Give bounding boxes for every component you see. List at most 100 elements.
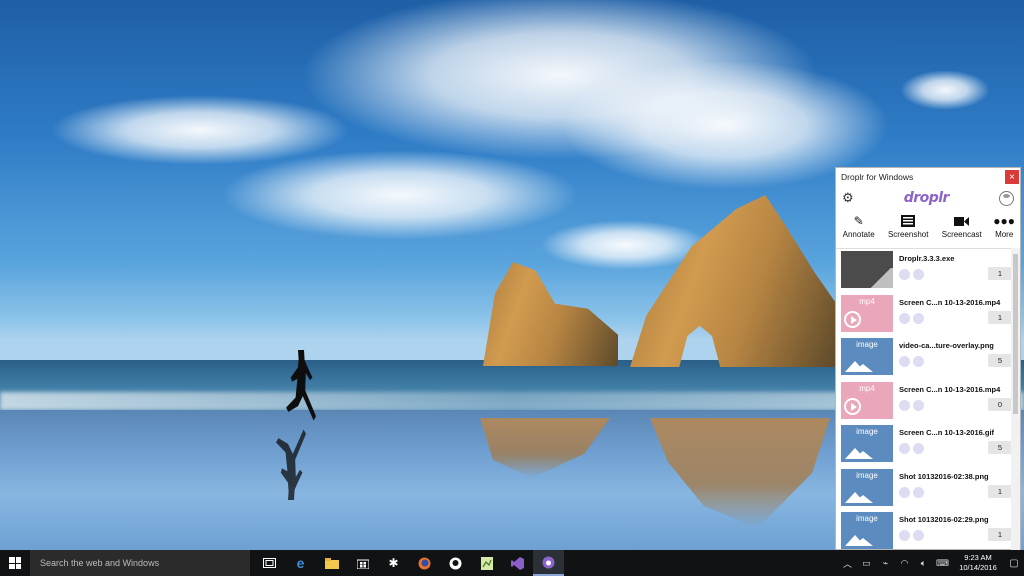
close-icon: × xyxy=(1009,171,1015,183)
file-name[interactable]: Screen C...n 10-13-2016.mp4 xyxy=(899,385,1012,394)
view-count-badge: 1 xyxy=(988,484,1012,498)
item-actions xyxy=(899,356,924,367)
file-name[interactable]: Shot 10132016-02:38.png xyxy=(899,472,1012,481)
video-camera-icon xyxy=(954,214,970,228)
windows-logo-icon xyxy=(9,557,21,569)
file-name[interactable]: Screen C...n 10-13-2016.gif xyxy=(899,428,1012,437)
view-count-badge: 1 xyxy=(988,267,1012,280)
share-icon[interactable] xyxy=(913,269,924,280)
share-icon[interactable] xyxy=(913,356,924,367)
screenshot-icon xyxy=(900,214,916,228)
thumbnail-type-label: image xyxy=(856,470,878,480)
copy-link-icon[interactable] xyxy=(899,269,910,280)
view-count-badge: 5 xyxy=(988,441,1012,454)
volume-icon[interactable]: 🔈︎ xyxy=(914,558,933,569)
share-icon[interactable] xyxy=(913,443,924,454)
thumbnail-type-label: mp4 xyxy=(859,383,875,393)
list-item[interactable]: image Shot 10132016-02:29.png 1 xyxy=(836,509,1012,551)
file-name[interactable]: Droplr.3.3.3.exe xyxy=(899,254,1012,263)
slack-icon[interactable]: ✱ xyxy=(378,550,409,576)
cloud xyxy=(220,150,580,240)
share-icon[interactable] xyxy=(913,399,924,411)
cloud xyxy=(50,95,350,165)
window-titlebar[interactable]: Droplr for Windows × xyxy=(836,168,1020,186)
play-icon xyxy=(844,310,861,328)
view-count-badge: 0 xyxy=(988,397,1012,411)
mp4-thumbnail[interactable]: mp4 xyxy=(841,294,893,332)
item-actions xyxy=(899,443,924,454)
avatar-icon[interactable] xyxy=(999,190,1014,206)
screencast-button[interactable]: Screencast xyxy=(942,210,982,239)
clock-date: 10/14/2016 xyxy=(959,563,997,572)
file-name[interactable]: video-ca...ture-overlay.png xyxy=(899,341,1012,350)
more-label: More xyxy=(995,230,1014,239)
edge-icon[interactable]: e xyxy=(285,550,316,576)
share-icon[interactable] xyxy=(913,312,924,324)
start-button[interactable] xyxy=(0,550,30,576)
scrollbar-thumb[interactable] xyxy=(1013,254,1018,414)
system-tray: ︿ ▭ ⌁ ◠ 🔈︎ ⌨ 9:23 AM 10/14/2016 ▢ xyxy=(838,550,1024,576)
file-name[interactable]: Screen C...n 10-13-2016.mp4 xyxy=(899,298,1012,307)
file-name[interactable]: Shot 10132016-02:29.png xyxy=(899,515,1012,524)
visual-studio-icon[interactable] xyxy=(502,550,533,576)
clock[interactable]: 9:23 AM 10/14/2016 xyxy=(952,553,1004,573)
view-count-badge: 1 xyxy=(988,310,1012,324)
thumbnail-type-label: image xyxy=(856,340,878,349)
copy-link-icon[interactable] xyxy=(899,399,910,411)
more-button[interactable]: ●●● More xyxy=(993,210,1016,239)
large-rock-arch xyxy=(630,195,835,367)
search-input[interactable] xyxy=(38,557,250,569)
taskbar-search[interactable] xyxy=(30,550,250,576)
firefox-icon[interactable] xyxy=(409,550,440,576)
list-item[interactable]: mp4 Screen C...n 10-13-2016.mp4 1 xyxy=(836,292,1012,336)
more-dots-icon: ●●● xyxy=(993,214,1016,228)
notification-icon[interactable]: ▢ xyxy=(1004,550,1024,576)
battery-icon[interactable]: ▭ xyxy=(857,558,876,569)
list-item[interactable]: mp4 Screen C...n 10-13-2016.mp4 0 xyxy=(836,379,1012,423)
copy-link-icon[interactable] xyxy=(899,312,910,324)
cloud xyxy=(900,70,990,110)
item-meta: Shot 10132016-02:29.png 1 xyxy=(899,512,1012,549)
chevron-up-icon[interactable]: ︿ xyxy=(838,557,857,570)
list-item[interactable]: Droplr.3.3.3.exe 1 xyxy=(836,248,1012,292)
list-item[interactable]: image Shot 10132016-02:38.png 1 xyxy=(836,466,1012,510)
close-button[interactable]: × xyxy=(1005,170,1019,184)
view-count-badge: 1 xyxy=(988,528,1012,541)
list-item[interactable]: image video-ca...ture-overlay.png 5 xyxy=(836,335,1012,379)
screenshot-label: Screenshot xyxy=(887,230,929,239)
image-thumbnail[interactable]: image xyxy=(841,425,893,462)
copy-link-icon[interactable] xyxy=(899,356,910,367)
image-thumbnail[interactable]: image xyxy=(841,512,893,549)
image-icon xyxy=(853,364,873,372)
droplr-icon[interactable] xyxy=(533,550,564,576)
play-icon xyxy=(844,397,861,415)
image-thumbnail[interactable]: image xyxy=(841,468,893,506)
list-item[interactable]: image Screen C...n 10-13-2016.gif 5 xyxy=(836,422,1012,466)
store-icon[interactable] xyxy=(347,550,378,576)
github-icon[interactable] xyxy=(440,550,471,576)
power-icon[interactable]: ⌁ xyxy=(876,558,895,569)
share-icon[interactable] xyxy=(913,486,924,498)
annotate-button[interactable]: ✎ Annotate xyxy=(843,210,875,239)
thumbnail-type-label: mp4 xyxy=(859,296,875,306)
image-thumbnail[interactable]: image xyxy=(841,338,893,375)
copy-link-icon[interactable] xyxy=(899,530,910,541)
item-actions xyxy=(899,486,924,498)
file-explorer-icon[interactable] xyxy=(316,550,347,576)
list-scrollbar[interactable] xyxy=(1011,248,1020,550)
copy-link-icon[interactable] xyxy=(899,443,910,454)
screencast-label: Screencast xyxy=(941,230,982,239)
gear-icon[interactable]: ⚙ xyxy=(842,190,854,206)
mp4-thumbnail[interactable]: mp4 xyxy=(841,381,893,419)
item-meta: Screen C...n 10-13-2016.mp4 1 xyxy=(899,295,1012,332)
keyboard-icon[interactable]: ⌨ xyxy=(933,558,952,569)
task-view-icon[interactable] xyxy=(254,550,285,576)
file-thumbnail[interactable] xyxy=(841,251,893,288)
wifi-icon[interactable]: ◠ xyxy=(895,558,914,569)
notepad-icon[interactable] xyxy=(471,550,502,576)
taskbar: e ✱ ︿ ▭ ⌁ ◠ 🔈︎ ⌨ 9:23 AM 10/14/2016 ▢ xyxy=(0,550,1024,576)
screenshot-button[interactable]: Screenshot xyxy=(888,210,928,239)
share-icon[interactable] xyxy=(913,530,924,541)
brand-bar: ⚙ droplr xyxy=(836,186,1020,210)
copy-link-icon[interactable] xyxy=(899,486,910,498)
